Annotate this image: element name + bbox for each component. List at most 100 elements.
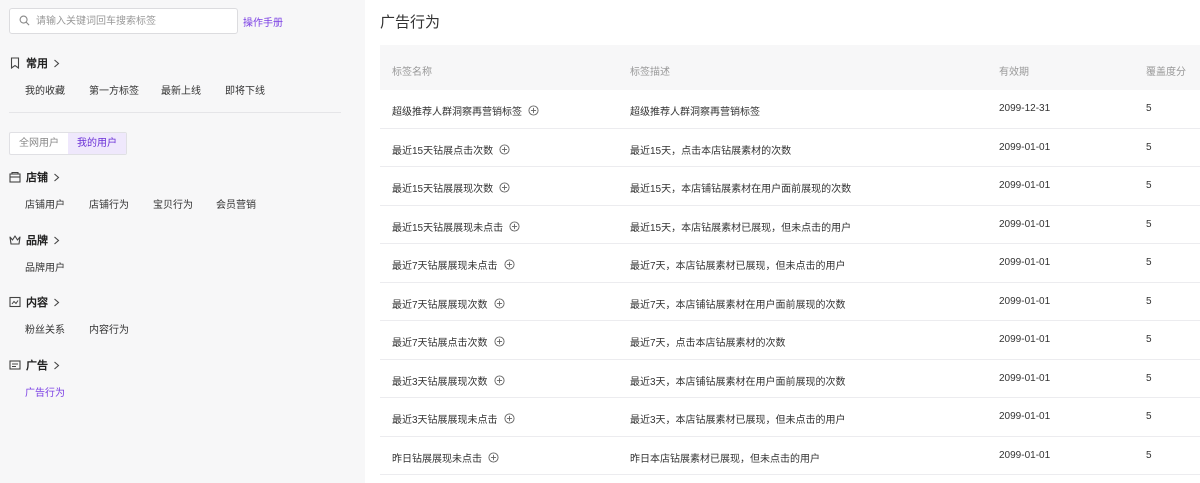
tag-coverage: 5 <box>1146 141 1152 153</box>
table-row: 最近15天钻展点击次数 最近15天，点击本店钻展素材的次数 2099-01-01 5 <box>380 129 1200 167</box>
tag-name-cell: 超级推荐人群洞察再营销标签 <box>392 103 539 118</box>
tag-name: 超级推荐人群洞察再营销标签 <box>392 107 522 118</box>
add-circle-icon[interactable] <box>528 105 539 116</box>
tag-name-cell: 最近15天钻展展现次数 <box>392 180 510 195</box>
tag-name: 最近15天钻展点击次数 <box>392 145 494 157</box>
manual-link[interactable]: 操作手册 <box>243 14 283 29</box>
add-circle-icon[interactable] <box>494 336 505 347</box>
tag-desc: 最近15天，本店钻展素材已展现，但未点击的用户 <box>630 222 852 234</box>
tag-coverage: 5 <box>1146 218 1152 230</box>
tag-desc: 最近3天，本店钻展素材已展现，但未点击的用户 <box>630 415 846 426</box>
tag-name-cell: 最近3天钻展展现次数 <box>392 373 505 388</box>
tag-valid: 2099-01-01 <box>999 180 1051 191</box>
toggle-all-users[interactable]: 全网用户 <box>10 133 68 154</box>
tag-valid: 2099-01-01 <box>999 295 1051 307</box>
tag-coverage: 5 <box>1146 372 1152 384</box>
table-row: 超级推荐人群洞察再营销标签 超级推荐人群洞察再营销标签 2099-12-31 5 <box>380 90 1200 129</box>
search-icon <box>19 15 30 26</box>
tag-desc: 最近3天，本店铺钻展素材在用户面前展现的次数 <box>630 376 846 388</box>
tag-desc: 最近7天，点击本店钻展素材的次数 <box>630 338 786 349</box>
add-circle-icon[interactable] <box>504 259 515 270</box>
tag-valid: 2099-01-01 <box>999 218 1051 230</box>
chevron-right-icon <box>54 59 60 67</box>
tag-valid: 2099-01-01 <box>999 257 1051 268</box>
brand-items: 品牌用户 <box>25 259 65 274</box>
store-icon <box>9 171 21 183</box>
item-store-users[interactable]: 店铺用户 <box>25 196 89 211</box>
tag-desc: 昨日本店钻展素材已展现，但未点击的用户 <box>630 453 820 465</box>
table-row: 最近3天钻展展现次数 最近3天，本店铺钻展素材在用户面前展现的次数 2099-01-… <box>380 360 1200 398</box>
item-first-party[interactable]: 第一方标签 <box>89 82 161 97</box>
table-row: 昨日钻展展现未点击 昨日本店钻展素材已展现，但未点击的用户 2099-01-01 5 <box>380 437 1200 475</box>
add-circle-icon[interactable] <box>488 451 499 463</box>
divider <box>9 112 341 113</box>
tag-name: 昨日钻展展现未点击 <box>392 453 482 465</box>
item-expiring[interactable]: 即将下线 <box>225 82 265 97</box>
section-content-header[interactable]: 内容 <box>9 295 60 309</box>
content-icon <box>9 296 21 308</box>
chevron-right-icon <box>54 236 60 244</box>
search-input[interactable] <box>36 12 232 30</box>
add-circle-icon[interactable] <box>504 413 515 424</box>
table-header: 标签名称 标签描述 有效期 覆盖度分 <box>380 45 1200 90</box>
section-ad-title: 广告 <box>26 360 48 372</box>
search-box[interactable] <box>9 8 238 34</box>
section-brand-header[interactable]: 品牌 <box>9 233 60 247</box>
add-circle-icon[interactable] <box>499 182 510 193</box>
item-content-behavior[interactable]: 内容行为 <box>89 321 129 336</box>
tag-name: 最近3天钻展展现次数 <box>392 376 488 388</box>
tag-name-cell: 最近7天钻展展现未点击 <box>392 257 515 272</box>
common-items: 我的收藏 第一方标签 最新上线 即将下线 <box>25 82 265 97</box>
item-ad-behavior[interactable]: 广告行为 <box>25 384 65 399</box>
table-row: 最近7天钻展展现未点击 最近7天，本店钻展素材已展现，但未点击的用户 2099-01… <box>380 244 1200 283</box>
sidebar: 操作手册 常用 我的收藏 第一方标签 最新上线 即将下线 全网用户 我的用户 店… <box>0 0 365 483</box>
chevron-right-icon <box>54 361 60 369</box>
tag-name-cell: 最近7天钻展点击次数 <box>392 334 505 349</box>
tag-name: 最近7天钻展展现次数 <box>392 299 488 311</box>
item-brand-users[interactable]: 品牌用户 <box>25 259 65 274</box>
add-circle-icon[interactable] <box>509 220 520 232</box>
tag-desc: 超级推荐人群洞察再营销标签 <box>630 107 760 118</box>
tag-name: 最近15天钻展展现次数 <box>392 184 494 195</box>
section-store-title: 店铺 <box>26 172 48 184</box>
item-goods-behavior[interactable]: 宝贝行为 <box>153 196 216 211</box>
add-circle-icon[interactable] <box>499 143 510 155</box>
add-circle-icon[interactable] <box>494 374 505 386</box>
add-circle-icon[interactable] <box>494 297 505 309</box>
tag-name-cell: 最近3天钻展展现未点击 <box>392 411 515 426</box>
tag-coverage: 5 <box>1146 334 1152 345</box>
item-fan-relation[interactable]: 粉丝关系 <box>25 321 89 336</box>
section-brand-title: 品牌 <box>26 235 48 247</box>
chevron-right-icon <box>54 173 60 181</box>
store-items: 店铺用户 店铺行为 宝贝行为 会员营销 <box>25 196 256 211</box>
tag-valid: 2099-12-31 <box>999 103 1051 114</box>
item-favorites[interactable]: 我的收藏 <box>25 82 89 97</box>
item-member-marketing[interactable]: 会员营销 <box>216 196 256 211</box>
table-body: 超级推荐人群洞察再营销标签 超级推荐人群洞察再营销标签 2099-12-31 5 最近1… <box>380 90 1200 475</box>
tag-table: 标签名称 标签描述 有效期 覆盖度分 超级推荐人群洞察再营销标签 超级推荐人群洞察… <box>380 45 1200 475</box>
table-row: 最近15天钻展展现次数 最近15天，本店铺钻展素材在用户面前展现的次数 2099-0… <box>380 167 1200 206</box>
tag-valid: 2099-01-01 <box>999 411 1051 422</box>
tag-desc: 最近15天，本店铺钻展素材在用户面前展现的次数 <box>630 184 852 195</box>
col-desc-header: 标签描述 <box>630 67 670 78</box>
col-name-header: 标签名称 <box>392 67 432 78</box>
tag-name-cell: 最近15天钻展展现未点击 <box>392 219 520 234</box>
col-coverage-header: 覆盖度分 <box>1146 67 1186 78</box>
section-content-title: 内容 <box>26 297 48 309</box>
tag-valid: 2099-01-01 <box>999 141 1051 153</box>
tag-valid: 2099-01-01 <box>999 334 1051 345</box>
section-common-header[interactable]: 常用 <box>9 56 60 70</box>
table-row: 最近15天钻展展现未点击 最近15天，本店钻展素材已展现，但未点击的用户 2099-… <box>380 206 1200 244</box>
table-row: 最近3天钻展展现未点击 最近3天，本店钻展素材已展现，但未点击的用户 2099-01… <box>380 398 1200 437</box>
tag-coverage: 5 <box>1146 103 1152 114</box>
toggle-my-users[interactable]: 我的用户 <box>68 133 126 154</box>
item-store-behavior[interactable]: 店铺行为 <box>89 196 153 211</box>
item-newest[interactable]: 最新上线 <box>161 82 225 97</box>
section-ad-header[interactable]: 广告 <box>9 358 60 372</box>
tag-name: 最近7天钻展点击次数 <box>392 338 488 349</box>
tag-desc: 最近7天，本店铺钻展素材在用户面前展现的次数 <box>630 299 846 311</box>
tag-name-cell: 最近15天钻展点击次数 <box>392 142 510 157</box>
section-store-header[interactable]: 店铺 <box>9 170 60 184</box>
bookmark-icon <box>10 57 20 69</box>
tag-name-cell: 昨日钻展展现未点击 <box>392 450 499 465</box>
